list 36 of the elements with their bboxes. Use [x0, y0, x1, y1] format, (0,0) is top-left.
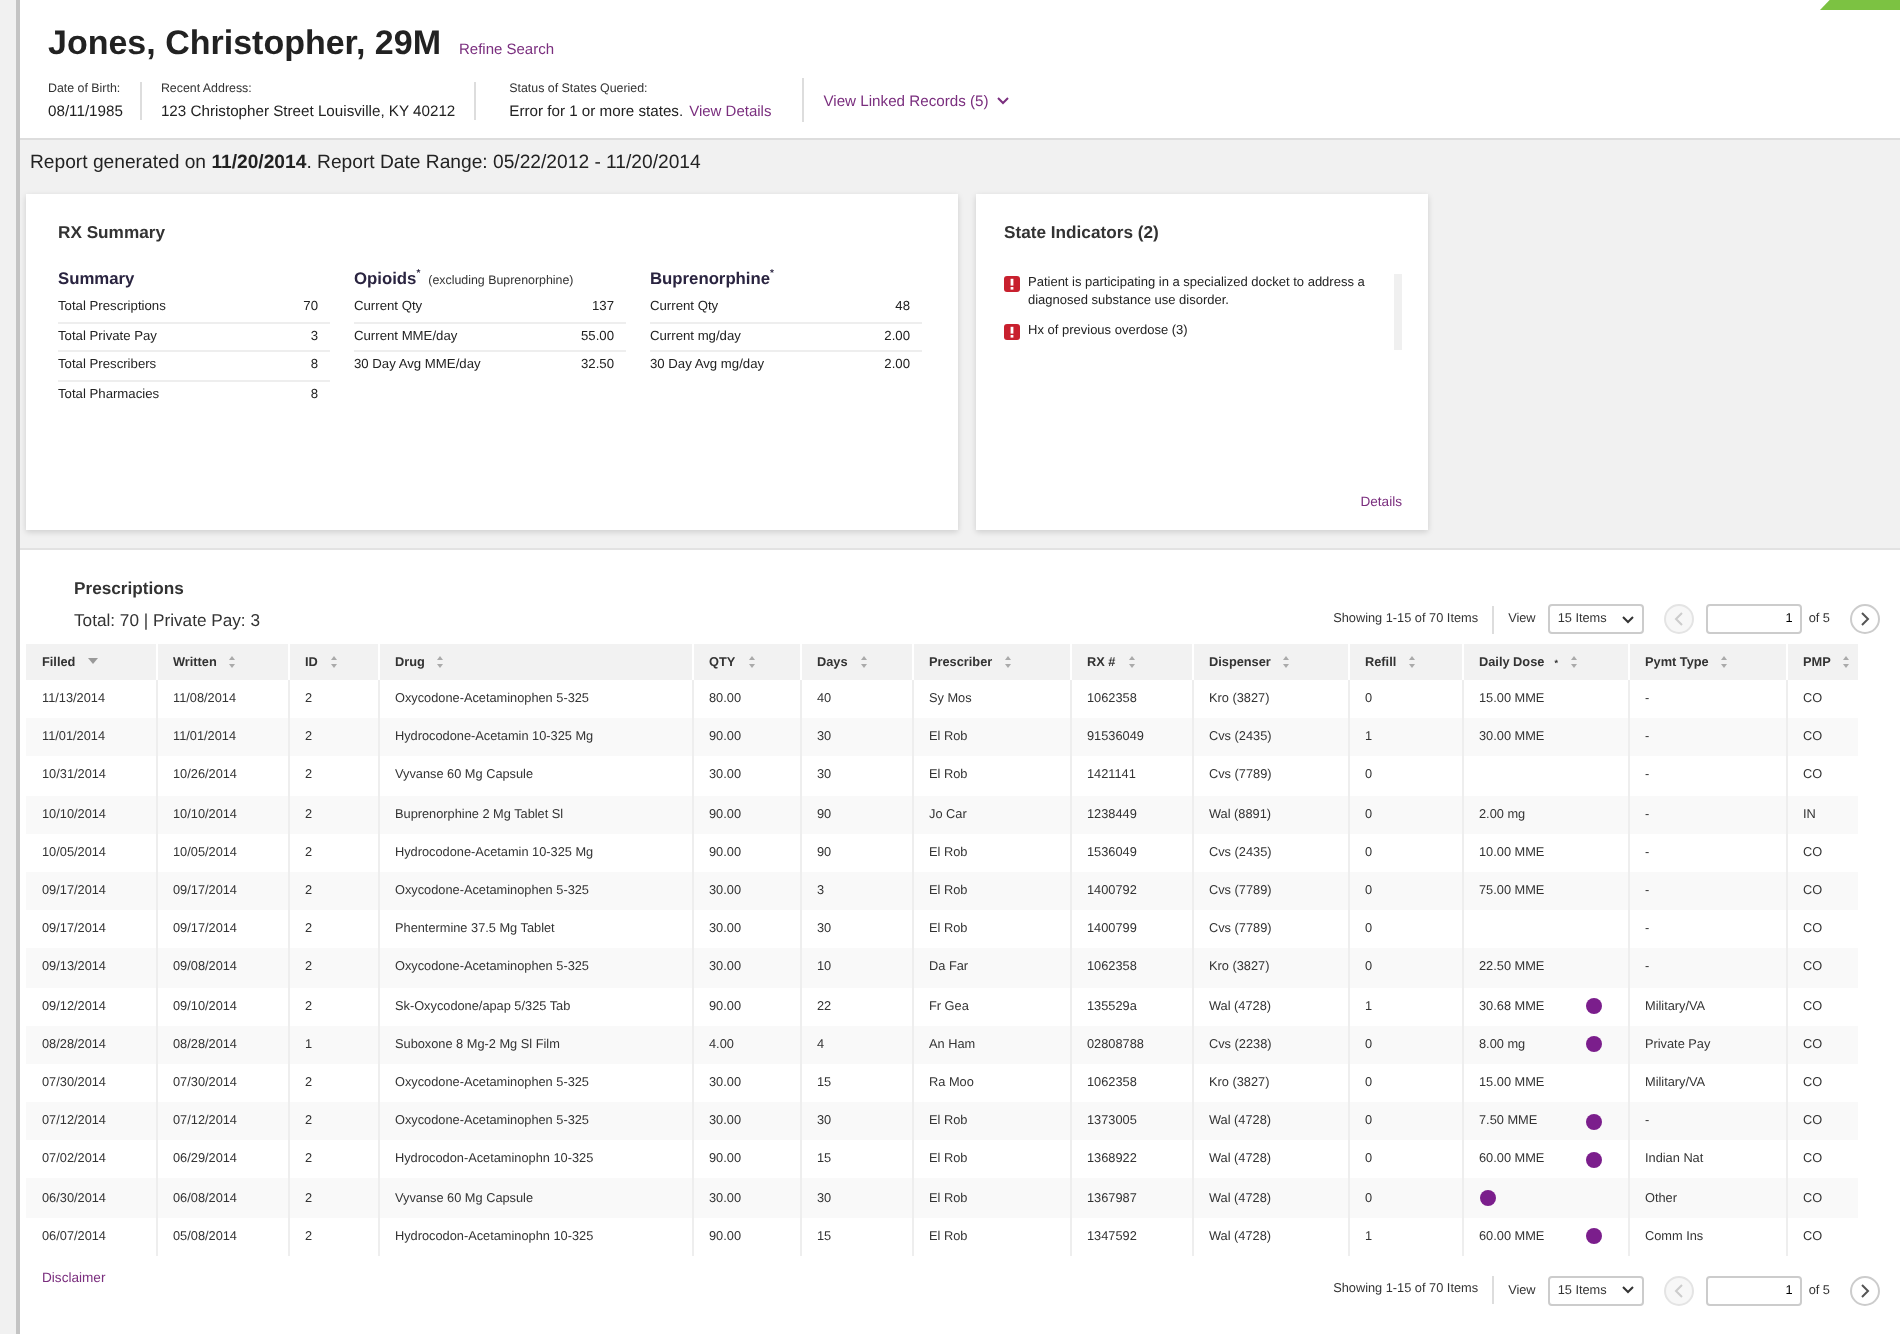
- flag-dot-icon[interactable]: [1585, 1228, 1601, 1245]
- group-heading: Buprenorphine$^{*}$: [650, 268, 774, 288]
- chevron-down-icon[interactable]: [1622, 1286, 1635, 1295]
- totals-text: Total: 70 | Private Pay: 3: [74, 609, 260, 629]
- flag-dot-icon[interactable]: [1585, 1151, 1601, 1168]
- sort-icon[interactable]: [857, 654, 870, 670]
- flag-dot-icon[interactable]: [1479, 1190, 1495, 1207]
- sort-icon[interactable]: [745, 654, 758, 670]
- sort-icon[interactable]: [1280, 654, 1293, 670]
- sort-icon[interactable]: [1718, 654, 1731, 670]
- sort-icon[interactable]: [1840, 654, 1853, 670]
- group-heading: Opioids$^{*}$: [354, 268, 421, 288]
- sort-icon[interactable]: [1567, 654, 1580, 670]
- section-title: Prescriptions: [74, 578, 186, 598]
- sort-icon[interactable]: [327, 654, 340, 670]
- next-page-button[interactable]: [1850, 1275, 1880, 1306]
- chevron-down-icon[interactable]: [1622, 615, 1635, 623]
- sort-icon[interactable]: [434, 654, 447, 670]
- patient-name: Jones, Christopher, 29M: [48, 24, 441, 64]
- flag-dot-icon[interactable]: [1585, 1113, 1601, 1130]
- sort-icon[interactable]: [226, 654, 239, 670]
- chevron-right-icon[interactable]: [1860, 612, 1870, 626]
- sort-icon[interactable]: [1406, 654, 1419, 670]
- alert-icon: [1004, 276, 1020, 292]
- card-title: RX Summary: [58, 222, 167, 242]
- alert-icon: [1004, 324, 1020, 340]
- report-info-text: Report generated on 11/20/2014. Report Date Range: 05/22/2012 - 11/20/2014: [30, 152, 701, 174]
- next-page-button[interactable]: [1850, 604, 1880, 634]
- flag-dot-icon[interactable]: [1585, 998, 1601, 1015]
- card-title: State Indicators (2): [1004, 222, 1161, 242]
- group-heading: Summary: [58, 268, 135, 288]
- flag-dot-icon[interactable]: [1585, 1036, 1601, 1053]
- chevron-down-icon[interactable]: [996, 95, 1011, 105]
- sort-icon[interactable]: [1125, 654, 1138, 670]
- chevron-right-icon[interactable]: [1860, 1283, 1870, 1298]
- sort-icon[interactable]: [1002, 654, 1015, 670]
